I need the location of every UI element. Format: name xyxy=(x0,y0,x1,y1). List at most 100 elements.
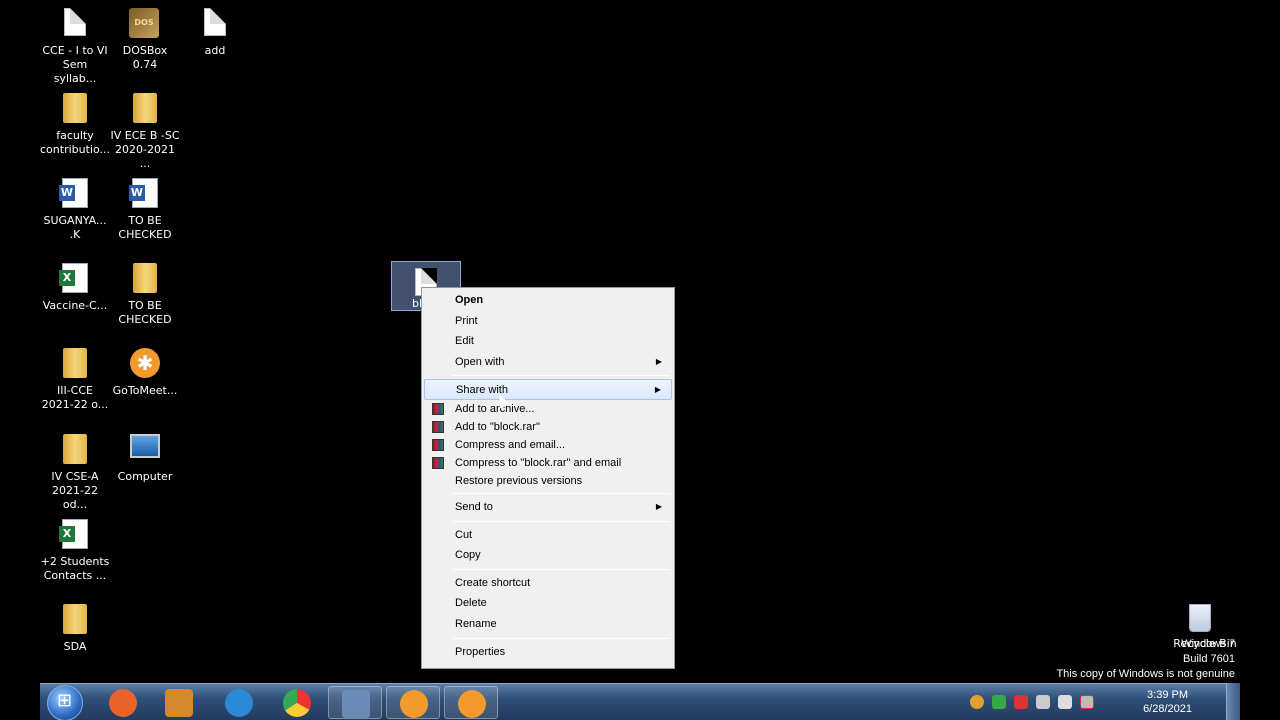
menu-item-share-with[interactable]: Share with ▶ xyxy=(424,379,672,400)
desktop-icon-cce-syllabus[interactable]: CCE - I to VI Sem syllab... xyxy=(40,8,110,86)
menu-item-label: Delete xyxy=(455,597,487,610)
clock-time: 3:39 PM xyxy=(1147,689,1189,701)
menu-item-label: Open with xyxy=(455,355,505,368)
desktop-icon-label: GoToMeet... xyxy=(112,384,178,397)
menu-item-rename[interactable]: Rename xyxy=(424,614,672,635)
dosbox-icon: DOS xyxy=(129,8,159,38)
winrar-icon xyxy=(432,438,444,451)
folder-icon xyxy=(63,604,87,634)
desktop-icon-computer[interactable]: Computer xyxy=(110,434,180,484)
taskbar: 3:39 PM 6/28/2021 xyxy=(40,683,1240,720)
action-center-icon[interactable] xyxy=(1080,695,1094,709)
desktop-icon-vaccine[interactable]: Vaccine-C... xyxy=(40,263,110,313)
desktop-icon-faculty[interactable]: faculty contributio... xyxy=(40,93,110,157)
gotomeeting-icon xyxy=(400,690,428,718)
desktop-icon-iv-cse[interactable]: IV CSE-A 2021-22 od... xyxy=(40,434,110,512)
desktop-icon-iv-ece[interactable]: IV ECE B -SC 2020-2021 ... xyxy=(110,93,180,171)
taskbar-button-firefox[interactable] xyxy=(96,686,150,719)
context-menu: Open Print Edit Open with ▶ Share with ▶ A… xyxy=(421,287,675,669)
word-doc-icon xyxy=(59,178,88,208)
submenu-arrow-icon: ▶ xyxy=(654,385,661,395)
desktop-icon-label: faculty contributio... xyxy=(40,129,110,156)
menu-item-send-to[interactable]: Send to ▶ xyxy=(424,497,672,518)
gotomeeting-icon xyxy=(458,690,486,718)
menu-item-label: Properties xyxy=(455,645,506,658)
menu-item-cut[interactable]: Cut xyxy=(424,525,672,546)
taskbar-button-gotomeeting-2[interactable] xyxy=(444,686,498,719)
taskbar-button-network-app[interactable] xyxy=(328,686,382,719)
menu-item-compress-rar-email[interactable]: Compress to "block.rar" and email xyxy=(424,454,672,472)
menu-item-compress-email[interactable]: Compress and email... xyxy=(424,436,672,454)
folder-icon xyxy=(63,348,87,378)
desktop-icon-label: TO BE CHECKED xyxy=(118,214,172,241)
network-app-icon xyxy=(342,690,370,718)
desktop-icon-label: IV CSE-A 2021-22 od... xyxy=(51,470,99,511)
folder-icon xyxy=(63,434,87,464)
computer-icon xyxy=(130,434,160,458)
desktop-icon-to-be-checked-folder[interactable]: TO BE CHECKED xyxy=(110,263,180,327)
desktop-icon-label: III-CCE 2021-22 o... xyxy=(41,384,109,411)
media-player-icon xyxy=(165,689,193,717)
start-button[interactable] xyxy=(47,685,83,720)
menu-item-open-with[interactable]: Open with ▶ xyxy=(424,352,672,373)
menu-item-label: Cut xyxy=(455,528,473,541)
up-arrow-icon[interactable] xyxy=(1014,695,1028,709)
desktop-icon-to-be-checked-doc[interactable]: TO BE CHECKED xyxy=(110,178,180,242)
desktop-icon-students-contacts[interactable]: +2 Students Contacts ... xyxy=(40,519,110,583)
desktop-icon-label: SUGANYA... .K xyxy=(43,214,107,241)
network-signal-icon[interactable] xyxy=(1058,695,1072,709)
menu-item-properties[interactable]: Properties xyxy=(424,642,672,663)
folder-icon xyxy=(133,263,157,293)
menu-item-label: Compress to "block.rar" and email xyxy=(455,456,622,469)
menu-item-restore-previous[interactable]: Restore previous versions xyxy=(424,472,672,490)
menu-separator xyxy=(452,520,670,522)
show-desktop-button[interactable] xyxy=(1226,683,1240,720)
tray-app-icon[interactable] xyxy=(970,695,984,709)
desktop-icon-recycle-bin[interactable]: Recycle Bin xyxy=(1165,604,1237,650)
menu-item-label: Add to archive... xyxy=(455,402,535,415)
watermark-line: Build 7601 xyxy=(1183,653,1235,665)
menu-item-open[interactable]: Open xyxy=(424,290,672,311)
system-tray: 3:39 PM 6/28/2021 xyxy=(970,684,1200,720)
winrar-icon xyxy=(432,402,444,415)
taskbar-button-chrome[interactable] xyxy=(270,686,324,719)
menu-item-add-to-rar[interactable]: Add to "block.rar" xyxy=(424,418,672,436)
menu-item-copy[interactable]: Copy xyxy=(424,545,672,566)
gotomeeting-icon xyxy=(130,348,160,378)
menu-item-add-to-archive[interactable]: Add to archive... xyxy=(424,400,672,418)
winrar-icon xyxy=(432,420,444,433)
menu-item-label: Rename xyxy=(455,617,497,630)
clock-date: 6/28/2021 xyxy=(1143,703,1192,715)
menu-item-edit[interactable]: Edit xyxy=(424,331,672,352)
folder-icon xyxy=(133,93,157,123)
desktop-icon-label: TO BE CHECKED xyxy=(118,299,172,326)
menu-item-delete[interactable]: Delete xyxy=(424,593,672,614)
menu-item-create-shortcut[interactable]: Create shortcut xyxy=(424,573,672,594)
firefox-icon xyxy=(109,689,137,717)
desktop-icon-sda[interactable]: SDA xyxy=(40,604,110,654)
menu-item-label: Restore previous versions xyxy=(455,474,583,487)
taskbar-clock[interactable]: 3:39 PM 6/28/2021 xyxy=(1143,688,1192,716)
taskbar-button-internet-explorer[interactable] xyxy=(212,686,266,719)
taskbar-button-media-player[interactable] xyxy=(152,686,206,719)
desktop-icon-label: Recycle Bin xyxy=(1173,637,1237,650)
menu-item-label: Send to xyxy=(455,500,493,513)
desktop-icon-add[interactable]: add xyxy=(180,8,250,58)
menu-item-label: Edit xyxy=(455,335,474,348)
desktop-icon-label: add xyxy=(204,44,226,57)
desktop-icon-iii-cce[interactable]: III-CCE 2021-22 o... xyxy=(40,348,110,412)
desktop-icon-dosbox[interactable]: DOS DOSBox 0.74 xyxy=(110,8,180,72)
submenu-arrow-icon: ▶ xyxy=(655,356,662,366)
taskbar-button-gotomeeting-1[interactable] xyxy=(386,686,440,719)
document-icon xyxy=(64,8,86,36)
desktop-icon-suganya[interactable]: SUGANYA... .K xyxy=(40,178,110,242)
chrome-icon xyxy=(283,689,311,717)
desktop-icon-gotomeeting[interactable]: GoToMeet... xyxy=(110,348,180,398)
volume-icon[interactable] xyxy=(1036,695,1050,709)
security-shield-icon[interactable] xyxy=(992,695,1006,709)
menu-item-print[interactable]: Print xyxy=(424,311,672,332)
menu-item-label: Copy xyxy=(455,549,481,562)
desktop-icon-label: DOSBox 0.74 xyxy=(122,44,168,71)
desktop-icon-label: SDA xyxy=(63,640,87,653)
folder-icon xyxy=(63,93,87,123)
